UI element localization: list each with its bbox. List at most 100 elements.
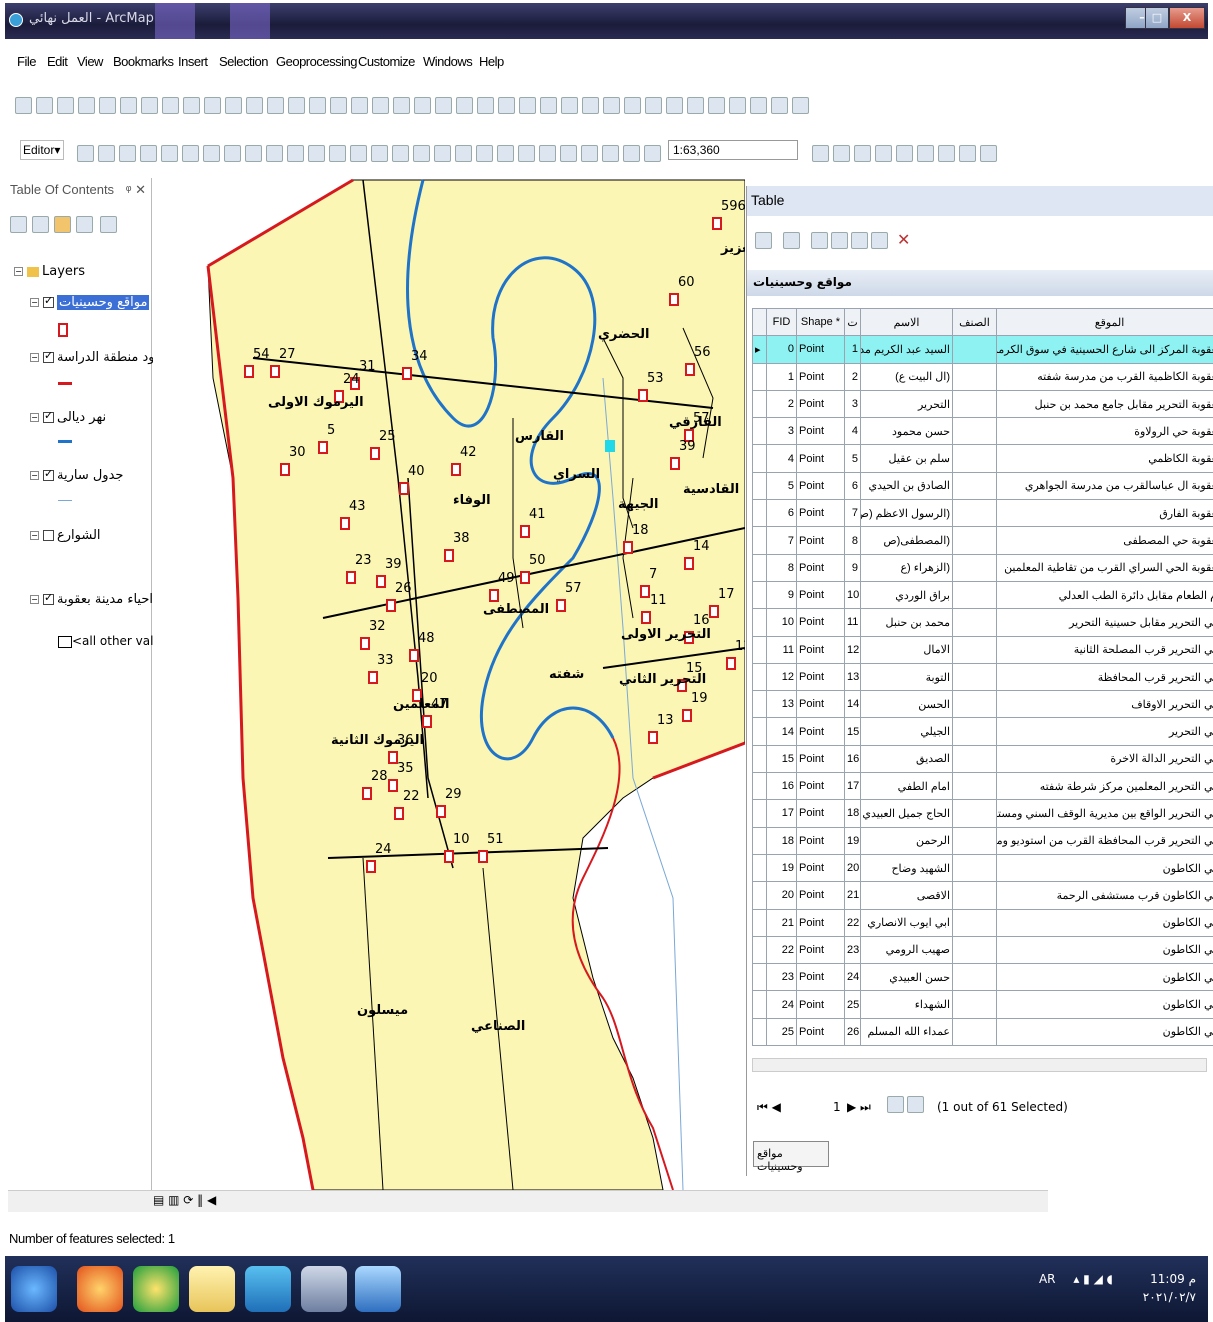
row-selector[interactable] [752, 881, 767, 910]
table-row[interactable]: 20 Point 21 الاقصى حي الكاطون قرب مستشفى الر… [752, 881, 1213, 910]
toolbar-tool-icon[interactable] [518, 145, 535, 162]
table-horizontal-scrollbar[interactable] [752, 1058, 1207, 1072]
row-selector[interactable]: ▸ [752, 335, 767, 364]
toolbar-tool-icon[interactable] [959, 145, 976, 162]
toolbar-tool-icon[interactable] [162, 97, 179, 114]
toolbar-tool-icon[interactable] [372, 97, 389, 114]
column-header[interactable]: ت [844, 307, 861, 337]
toolbar-tool-icon[interactable] [140, 145, 157, 162]
toolbar-tool-icon[interactable] [414, 97, 431, 114]
toolbar-tool-icon[interactable] [938, 145, 955, 162]
menu-view[interactable]: View [77, 54, 103, 69]
column-header[interactable]: الاسم [860, 307, 953, 337]
list-by-selection-icon[interactable] [76, 216, 93, 233]
table-row[interactable]: 11 Point 12 الامال حي التحرير قرب المصلحة ال… [752, 635, 1213, 664]
firefox-icon[interactable] [77, 1266, 123, 1312]
first-record-button[interactable]: ⏮ ◀ [757, 1100, 781, 1115]
column-header[interactable]: الصنف [952, 307, 997, 337]
toolbar-tool-icon[interactable] [36, 97, 53, 114]
table-options-icon[interactable] [755, 232, 772, 249]
show-all-records-icon[interactable] [887, 1096, 904, 1113]
toolbar-tool-icon[interactable] [603, 97, 620, 114]
toolbar-tool-icon[interactable] [980, 145, 997, 162]
toolbar-tool-icon[interactable] [750, 97, 767, 114]
toolbar-tool-icon[interactable] [771, 97, 788, 114]
toolbar-tool-icon[interactable] [581, 145, 598, 162]
table-row[interactable]: 19Point20الشهيد وضاح حي الكاطون [752, 853, 1213, 883]
table-row[interactable]: 9 Point 10 براق الوردي ام الطعام مقابل دائرة… [752, 580, 1213, 610]
row-selector[interactable] [752, 389, 767, 419]
menu-file[interactable]: File [17, 54, 36, 69]
toolbar-tool-icon[interactable] [560, 145, 577, 162]
table-tab[interactable]: مواقع وحسينيات [753, 1141, 829, 1173]
table-row[interactable]: 4 Point 5 سلم بن عقيل بعقوبة الكاظمي [752, 444, 1213, 473]
row-selector[interactable] [752, 444, 767, 473]
layout-view-buttons[interactable]: ▤ ▥ ⟳ ‖ ◀ [153, 1193, 216, 1207]
row-selector[interactable] [752, 553, 767, 582]
list-by-visibility-icon[interactable] [54, 216, 71, 233]
table-row[interactable]: 13 Point 14 الحسن حي التحرير الاوقاف [752, 690, 1213, 719]
row-selector[interactable] [752, 744, 767, 774]
toolbar-tool-icon[interactable] [455, 145, 472, 162]
toolbar-tool-icon[interactable] [183, 97, 200, 114]
maximize-button[interactable]: □ [1145, 7, 1169, 29]
toc-layer-0[interactable]: − مواقع وحسينيات [30, 294, 150, 310]
toolbar-tool-icon[interactable] [561, 97, 578, 114]
column-header[interactable]: Shape * [796, 307, 845, 337]
telegram-icon[interactable] [245, 1266, 291, 1312]
map-scale-field[interactable]: 1:63,360 [668, 140, 798, 160]
toolbar-tool-icon[interactable] [182, 145, 199, 162]
toolbar-tool-icon[interactable] [602, 145, 619, 162]
switch-selection-icon[interactable] [831, 232, 848, 249]
collapse-icon[interactable]: − [14, 267, 23, 276]
table-row[interactable]: 12 Point 13 التوبة حي التحرير قرب المحافظة [752, 662, 1213, 692]
list-by-drawing-order-icon[interactable] [10, 216, 27, 233]
table-row[interactable]: 10 Point 11 محمد بن حنبل حي التحرير مقابل حس… [752, 608, 1213, 637]
layer-visibility-checkbox[interactable] [43, 591, 54, 605]
row-selector[interactable] [752, 963, 767, 992]
table-row[interactable]: 17Point18الحاج جميل العبيدي حي التحرير ال… [752, 799, 1213, 828]
table-row[interactable]: 16 Point 17 امام الطفي حي التحرير المعلمين م… [752, 772, 1213, 801]
row-selector[interactable] [752, 499, 767, 528]
toolbar-tool-icon[interactable] [267, 97, 284, 114]
editor-menu-button[interactable]: Editor▾ [20, 140, 64, 160]
options-icon[interactable] [100, 216, 117, 233]
layer-visibility-checkbox[interactable] [43, 294, 54, 308]
toolbar-tool-icon[interactable] [141, 97, 158, 114]
map-display[interactable]: 596160العزيزالحضري5427312434اليرموك الاو… [153, 178, 745, 1190]
toolbar-tool-icon[interactable] [854, 145, 871, 162]
column-header[interactable]: FID [766, 307, 797, 337]
table-row[interactable]: 7 Point 8 (المصطفى(ص بعقوبة حي المصطفى [752, 526, 1213, 555]
notepad-icon[interactable] [189, 1266, 235, 1312]
toolbar-tool-icon[interactable] [120, 97, 137, 114]
related-tables-icon[interactable] [783, 232, 800, 249]
collapse-icon[interactable]: − [30, 531, 39, 540]
toc-layer-1[interactable]: −حدود منطقة الدراسة [30, 349, 169, 365]
toolbar-tool-icon[interactable] [477, 97, 494, 114]
table-row[interactable]: 2 Point 3 التحرير بعقوبة التحرير مقابل جامع … [752, 389, 1213, 419]
toolbar-tool-icon[interactable] [245, 145, 262, 162]
toolbar-tool-icon[interactable] [224, 145, 241, 162]
table-row[interactable]: 1 Point 2 (ال البيت ع) بعقوبة الكاظمية القرب… [752, 362, 1213, 391]
toolbar-tool-icon[interactable] [792, 97, 809, 114]
toolbar-tool-icon[interactable] [308, 145, 325, 162]
layer-visibility-checkbox[interactable] [43, 530, 54, 541]
attribute-table[interactable]: FID Shape * ت الاسم الصنف الموقع ▸ 0 Point 1 السي… [752, 307, 1213, 1047]
table-row[interactable]: 5 Point 6 الصادق بن الحيدي بعقوبة ال عباسالق… [752, 471, 1213, 501]
menu-bookmarks[interactable]: Bookmarks [113, 54, 174, 69]
toolbar-tool-icon[interactable] [413, 145, 430, 162]
toolbar-tool-icon[interactable] [476, 145, 493, 162]
toolbar-tool-icon[interactable] [98, 145, 115, 162]
table-row[interactable]: 14Point15الجيلي حي التحرير [752, 717, 1213, 746]
row-selector[interactable] [752, 662, 767, 692]
menu-customize[interactable]: Customize [358, 54, 415, 69]
language-indicator[interactable]: AR [1039, 1272, 1056, 1286]
toolbar-tool-icon[interactable] [519, 97, 536, 114]
map-horizontal-scrollbar[interactable]: ▤ ▥ ⟳ ‖ ◀ [8, 1190, 1048, 1212]
tray-icons[interactable]: ▴ ▮ ◢ ◖ [1073, 1272, 1113, 1286]
toolbar-tool-icon[interactable] [161, 145, 178, 162]
table-row[interactable]: 22Point23صهيب الرومي حي الكاطون [752, 935, 1213, 965]
toolbar-tool-icon[interactable] [392, 145, 409, 162]
row-selector[interactable] [752, 826, 767, 855]
clear-selection-icon[interactable] [851, 232, 868, 249]
